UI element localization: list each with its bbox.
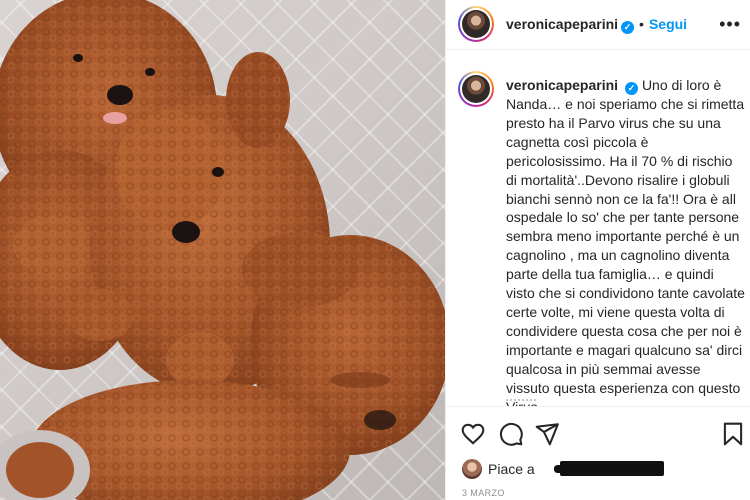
separator-dot: • (639, 16, 644, 32)
verified-badge-icon: ✓ (625, 82, 639, 95)
comment-icon[interactable] (498, 421, 524, 447)
post-date[interactable]: 3 MARZO (462, 488, 505, 498)
action-bar (446, 406, 750, 458)
caption-username[interactable]: veronicapeparini (506, 77, 618, 93)
send-icon[interactable] (534, 421, 560, 447)
heart-icon[interactable] (460, 421, 486, 447)
liker-avatar[interactable] (462, 459, 482, 479)
post-image[interactable] (0, 0, 445, 500)
more-options-icon[interactable]: ••• (719, 14, 741, 35)
bookmark-icon[interactable] (720, 421, 746, 447)
author-row: veronicapeparini ✓ • Segui (506, 16, 687, 34)
verified-badge-icon: ✓ (621, 21, 635, 34)
caption-body: Uno di loro è Nanda… e noi speriamo che … (506, 77, 745, 406)
likes-prefix: Piace a (488, 461, 535, 477)
post-header: veronicapeparini ✓ • Segui ••• (446, 0, 750, 50)
redacted-username (554, 461, 664, 476)
caption: veronicapeparini ✓ Uno di loro è Nanda… e… (506, 76, 746, 406)
author-username[interactable]: veronicapeparini (506, 16, 618, 32)
caption-author-avatar[interactable] (458, 71, 494, 107)
comments-divider (506, 399, 536, 402)
author-avatar[interactable] (458, 6, 494, 42)
puppies-illustration (0, 0, 445, 500)
caption-area: veronicapeparini ✓ Uno di loro è Nanda… e… (446, 51, 750, 406)
post-panel: veronicapeparini ✓ • Segui ••• veronicapepa… (445, 0, 750, 500)
follow-button[interactable]: Segui (649, 16, 687, 32)
